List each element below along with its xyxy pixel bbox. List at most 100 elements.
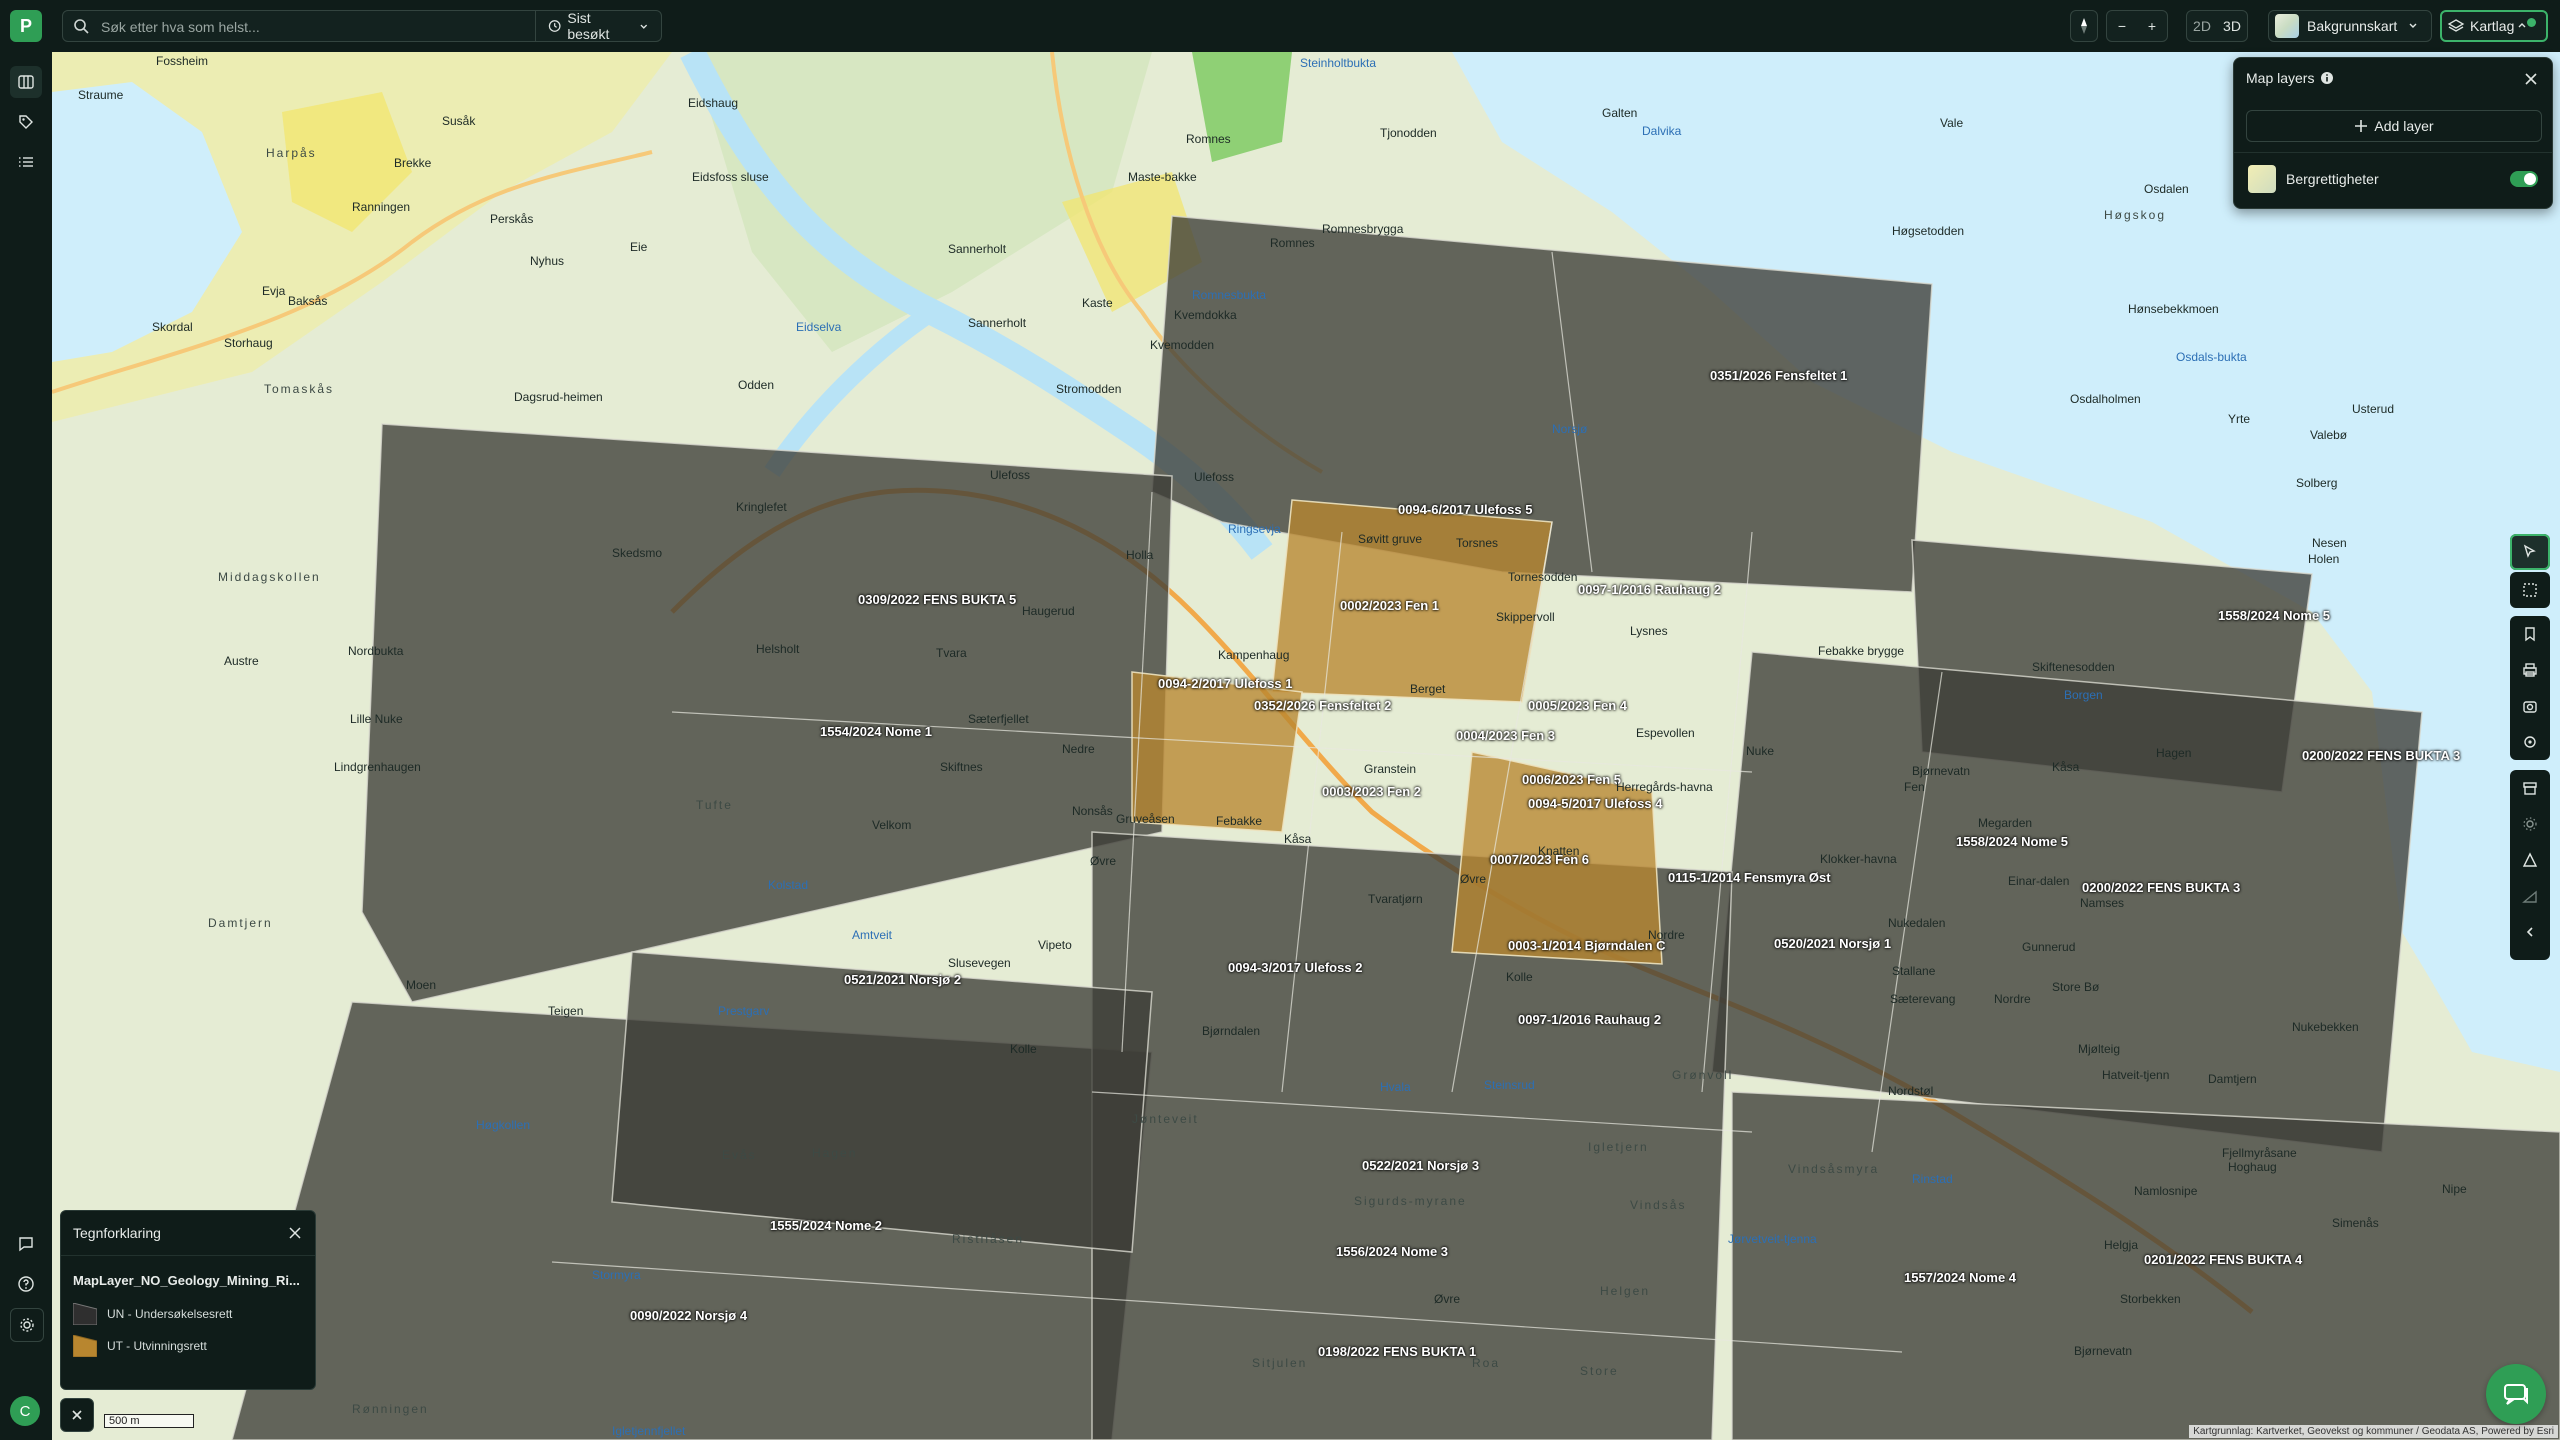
place-label: Espevollen [1636,726,1695,740]
area-select-button[interactable] [2510,572,2550,608]
place-label: Fen [1904,780,1925,794]
claim-label: 0094-2/2017 Ulefoss 1 [1158,676,1293,691]
layer-visibility-toggle[interactable] [2510,171,2538,187]
notification-dot [2527,18,2536,27]
basemap-thumbnail [2275,14,2299,38]
place-label: Hoghaug [2228,1160,2277,1174]
chevron-down-icon [640,24,648,29]
layers-icon [2447,19,2465,32]
close-icon [72,1410,82,1420]
claim-label: 0003/2023 Fen 2 [1322,784,1422,799]
place-label: Nedre [1062,742,1095,756]
help-button[interactable] [10,1268,42,1300]
recent-dropdown[interactable]: Sist besøkt [535,10,661,42]
claim-label: 0522/2021 Norsjø 3 [1362,1158,1480,1173]
place-label: Steinholtbukta [1300,56,1377,70]
place-label: Holla [1126,548,1154,562]
user-avatar[interactable]: C [10,1396,40,1426]
print-button[interactable] [2510,652,2550,688]
place-label: Hagen [2156,746,2192,760]
zoom-in-button[interactable]: + [2137,11,2167,41]
map-canvas[interactable]: 0351/2026 Fensfeltet 1 0094-6/2017 Ulefo… [52,52,2560,1440]
sun-button[interactable] [2510,806,2550,842]
basemap-label: Bakgrunnskart [2307,18,2398,34]
basemap-selector[interactable]: Bakgrunnskart [2268,10,2432,42]
place-label: Kolstad [768,878,809,892]
place-label: Helsholt [756,642,800,656]
slope-button[interactable] [2510,878,2550,914]
place-label: Skippervoll [1496,610,1555,624]
search-input[interactable] [99,15,583,39]
measure-button[interactable] [2510,842,2550,878]
help-icon [18,1276,34,1292]
place-label: Gruveåsen [1116,812,1175,826]
view-3d-button[interactable]: 3D [2217,11,2247,41]
place-label: Vindsåsmyra [1788,1162,1880,1176]
place-label: Kolle [1506,970,1533,984]
zoom-controls: − + [2106,10,2168,42]
bookmark-button[interactable] [2510,616,2550,652]
place-label: Steinsrud [1484,1078,1535,1092]
place-label: Dalvika [1642,124,1682,138]
place-label: Sigurds-myrane [1354,1194,1467,1208]
place-label: Skiftnes [940,760,983,774]
claim-label: 0352/2026 Fensfeltet 2 [1254,698,1392,713]
place-label: Prestgarv [718,1004,770,1018]
add-layer-button[interactable]: Add layer [2246,110,2542,142]
folder-button[interactable] [2510,770,2550,806]
feedback-button[interactable] [10,1228,42,1260]
claim-label: 0115-1/2014 Fensmyra Øst [1668,870,1831,885]
claim-label: 0002/2023 Fen 1 [1340,598,1440,613]
claim-label: 0200/2022 FENS BUKTA 3 [2302,748,2461,763]
bookmark-icon [2525,627,2535,642]
claim-label: 1555/2024 Nome 2 [770,1218,883,1233]
place-label: Torsnes [1456,536,1499,550]
place-label: Austre [224,654,259,668]
layer-row[interactable]: Bergrettigheter [2234,152,2552,209]
view-2d-button[interactable]: 2D [2187,11,2217,41]
claim-label: 1558/2024 Nome 5 [1956,834,2069,849]
place-label: Nordre [1994,992,2031,1006]
place-label: Tufte [696,798,733,812]
settings-button[interactable] [10,1308,44,1342]
target-icon [2524,736,2536,748]
panel-title: Map layers [2246,70,2315,86]
place-label: Nukebekken [2292,1020,2359,1034]
hide-legend-button[interactable] [60,1398,94,1432]
area-tool-group [2510,572,2550,608]
locate-button[interactable] [2510,724,2550,760]
place-label: Storbekken [2120,1292,2181,1306]
zoom-out-button[interactable]: − [2107,11,2137,41]
select-tool-button[interactable] [2510,534,2550,570]
list-icon [19,157,33,167]
place-label: Lysnes [1630,624,1668,638]
app-logo[interactable]: P [10,10,42,42]
place-label: Helgen [1600,1284,1651,1298]
place-label: Kolle [1010,1042,1037,1056]
place-label: Skedsmo [612,546,663,560]
search-bar[interactable]: Sist besøkt [62,10,662,42]
place-label: Hvala [1380,1080,1411,1094]
compass-button[interactable] [2070,10,2098,42]
layers-button[interactable]: Kartlag [2440,10,2548,42]
chat-button[interactable] [2486,1364,2546,1424]
place-label: Eie [630,240,648,254]
place-label: Kaste [1082,296,1113,310]
place-label: Bjørnevatn [1912,764,1971,778]
collapse-tools-button[interactable] [2510,914,2550,950]
recent-label: Sist besøkt [567,10,610,42]
place-label: Nordstøl [1888,1084,1934,1098]
list-button[interactable] [10,146,42,178]
screenshot-button[interactable] [2510,688,2550,724]
close-icon[interactable] [287,1225,303,1241]
place-label: Febakke [1216,814,1263,828]
place-label: Galten [1602,106,1638,120]
place-label: Odden [738,378,775,392]
place-label: Lille Nuke [350,712,403,726]
close-icon[interactable] [2522,70,2540,88]
info-icon[interactable] [2320,71,2334,85]
place-label: Øvre [1434,1292,1461,1306]
map-view-button[interactable] [10,66,42,98]
legend-item: UT - Utvinningsrett [73,1335,207,1357]
tags-button[interactable] [10,106,42,138]
